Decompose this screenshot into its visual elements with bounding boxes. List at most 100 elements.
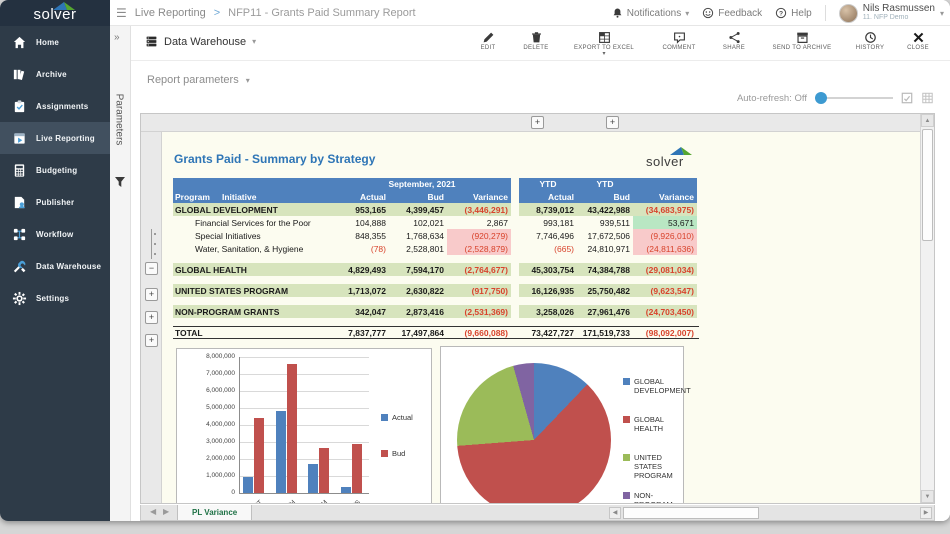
- autorefresh-control: Auto-refresh: Off: [737, 92, 934, 104]
- table-row: UNITED STATES PROGRAM1,713,0722,630,822(…: [173, 284, 699, 297]
- outline-dot: [154, 233, 156, 235]
- help-button[interactable]: ? Help: [775, 7, 812, 19]
- scroll-down-button[interactable]: ▼: [921, 490, 934, 503]
- legend-swatch: [381, 414, 388, 421]
- parameters-label[interactable]: Parameters: [114, 85, 125, 155]
- feedback-button[interactable]: Feedback: [702, 7, 762, 19]
- share-icon: [728, 31, 741, 44]
- column-header-ytd: YTD: [577, 178, 633, 190]
- slider-knob[interactable]: [815, 92, 827, 104]
- table-cell: (9,926,010): [633, 229, 697, 242]
- history-button[interactable]: HISTORY: [848, 28, 892, 56]
- comment-icon: [673, 31, 686, 44]
- row-label: UNITED STATES PROGRAM: [173, 284, 333, 297]
- sheet-tab-pl-variance[interactable]: PL Variance: [177, 505, 252, 520]
- trash-icon: [530, 31, 543, 44]
- table-cell: 1,768,634: [389, 229, 447, 242]
- horizontal-scrollbar[interactable]: ◀ ▶: [609, 507, 932, 519]
- svg-text:?: ?: [779, 10, 783, 17]
- scrollbar-thumb[interactable]: [922, 129, 933, 241]
- sidebar-item-home[interactable]: Home: [0, 26, 110, 58]
- filter-icon[interactable]: [114, 176, 126, 188]
- comment-button[interactable]: COMMENT: [650, 28, 708, 56]
- autorefresh-slider[interactable]: [815, 92, 893, 104]
- close-button[interactable]: CLOSE: [896, 28, 940, 56]
- scroll-up-button[interactable]: ▲: [921, 114, 934, 127]
- chevron-down-icon: ▾: [246, 76, 250, 85]
- grid-view-icon[interactable]: [921, 92, 934, 104]
- table-cell: 43,422,988: [577, 203, 633, 216]
- expand-group-button[interactable]: +: [145, 288, 158, 301]
- menu-icon[interactable]: ☰: [116, 6, 127, 20]
- sidebar-item-data-warehouse[interactable]: Data Warehouse: [0, 250, 110, 282]
- column-header-variance: Variance: [633, 190, 697, 203]
- sidebar-item-label: Data Warehouse: [36, 262, 101, 271]
- sidebar-item-publisher[interactable]: Publisher: [0, 186, 110, 218]
- export-to-excel-button[interactable]: EXPORT TO EXCEL ▾: [562, 28, 646, 56]
- expand-panel-icon[interactable]: »: [114, 32, 120, 43]
- help-icon: ?: [775, 7, 787, 19]
- workflow-icon: [12, 227, 27, 242]
- legend-entry: GLOBAL HEALTH: [623, 415, 681, 433]
- legend-entry: NON-PROGRAM GRANTS: [623, 491, 681, 503]
- period-group-header: September, 2021: [333, 178, 511, 190]
- scrollbar-thumb[interactable]: [623, 507, 759, 519]
- breadcrumb-section[interactable]: Live Reporting: [135, 7, 206, 19]
- header-actions: Notifications ▾ Feedback ? Help Nils Ras…: [612, 0, 944, 26]
- table-cell: 848,355: [333, 229, 389, 242]
- table-cell: (917,750): [447, 284, 511, 297]
- share-button[interactable]: SHARE: [712, 28, 756, 56]
- sidebar-item-live-reporting[interactable]: Live Reporting: [0, 122, 110, 154]
- expand-group-button[interactable]: +: [145, 311, 158, 324]
- table-cell: (24,703,450): [633, 305, 697, 318]
- send-to-archive-button[interactable]: SEND TO ARCHIVE: [760, 28, 844, 56]
- column-header-program: Program: [175, 192, 210, 202]
- column-header-actual: Actual: [519, 190, 577, 203]
- data-warehouse-icon: [12, 259, 27, 274]
- edit-button[interactable]: EDIT: [466, 28, 510, 56]
- sidebar-item-settings[interactable]: Settings: [0, 282, 110, 314]
- user-org: 11. NFP Demo: [863, 14, 935, 22]
- report-parameters-toggle[interactable]: Report parameters ▾: [147, 74, 250, 86]
- sidebar-item-label: Budgeting: [36, 166, 77, 175]
- sidebar-item-budgeting[interactable]: Budgeting: [0, 154, 110, 186]
- table-row: GLOBAL HEALTH4,829,4937,594,170(2,764,67…: [173, 263, 699, 276]
- report-parameters-label: Report parameters: [147, 74, 239, 86]
- outline-dot: [154, 253, 156, 255]
- database-icon: [145, 35, 158, 48]
- notifications-button[interactable]: Notifications ▾: [612, 7, 689, 19]
- sidebar-item-label: Publisher: [36, 198, 74, 207]
- collapse-group-button[interactable]: −: [145, 262, 158, 275]
- sidebar-item-archive[interactable]: Archive: [0, 58, 110, 90]
- expand-columns-button[interactable]: +: [606, 116, 619, 129]
- top-header: solver ☰ Live Reporting > NFP11 - Grants…: [0, 0, 950, 26]
- breadcrumb-title: NFP11 - Grants Paid Summary Report: [228, 7, 415, 19]
- action-label: CLOSE: [907, 45, 929, 51]
- sidebar-item-label: Settings: [36, 294, 69, 303]
- next-sheet-button[interactable]: ▶: [163, 507, 169, 516]
- data-source-selector[interactable]: Data Warehouse ▾: [145, 35, 256, 48]
- table-cell: 7,746,496: [519, 229, 577, 242]
- sidebar-item-assignments[interactable]: Assignments: [0, 90, 110, 122]
- vertical-scrollbar[interactable]: ▲ ▼: [920, 114, 934, 503]
- column-header-initiative: Initiative: [222, 192, 256, 202]
- user-menu[interactable]: Nils Rasmussen 11. NFP Demo ▾: [839, 4, 944, 23]
- table-cell: (98,092,007): [633, 327, 697, 338]
- delete-button[interactable]: DELETE: [514, 28, 558, 56]
- scroll-right-button[interactable]: ▶: [920, 507, 932, 519]
- prev-sheet-button[interactable]: ◀: [150, 507, 156, 516]
- expand-columns-button[interactable]: +: [531, 116, 544, 129]
- action-label: SHARE: [723, 45, 745, 51]
- sidebar-item-workflow[interactable]: Workflow: [0, 218, 110, 250]
- scroll-left-button[interactable]: ◀: [609, 507, 621, 519]
- expand-group-button[interactable]: +: [145, 334, 158, 347]
- edit-icon: [482, 31, 495, 44]
- table-row: TOTAL7,837,77717,497,864(9,660,088)73,42…: [173, 326, 699, 339]
- table-cell: 7,594,170: [389, 263, 447, 276]
- table-header-row: September, 2021 YTD YTD: [173, 178, 699, 190]
- table-cell: (3,446,291): [447, 203, 511, 216]
- row-label: Financial Services for the Poor: [173, 216, 333, 229]
- table-row: Special Initiatives848,3551,768,634(920,…: [173, 229, 699, 242]
- edit-report-icon[interactable]: [901, 92, 913, 104]
- legend-entry: GLOBAL DEVELOPMENT: [623, 377, 681, 395]
